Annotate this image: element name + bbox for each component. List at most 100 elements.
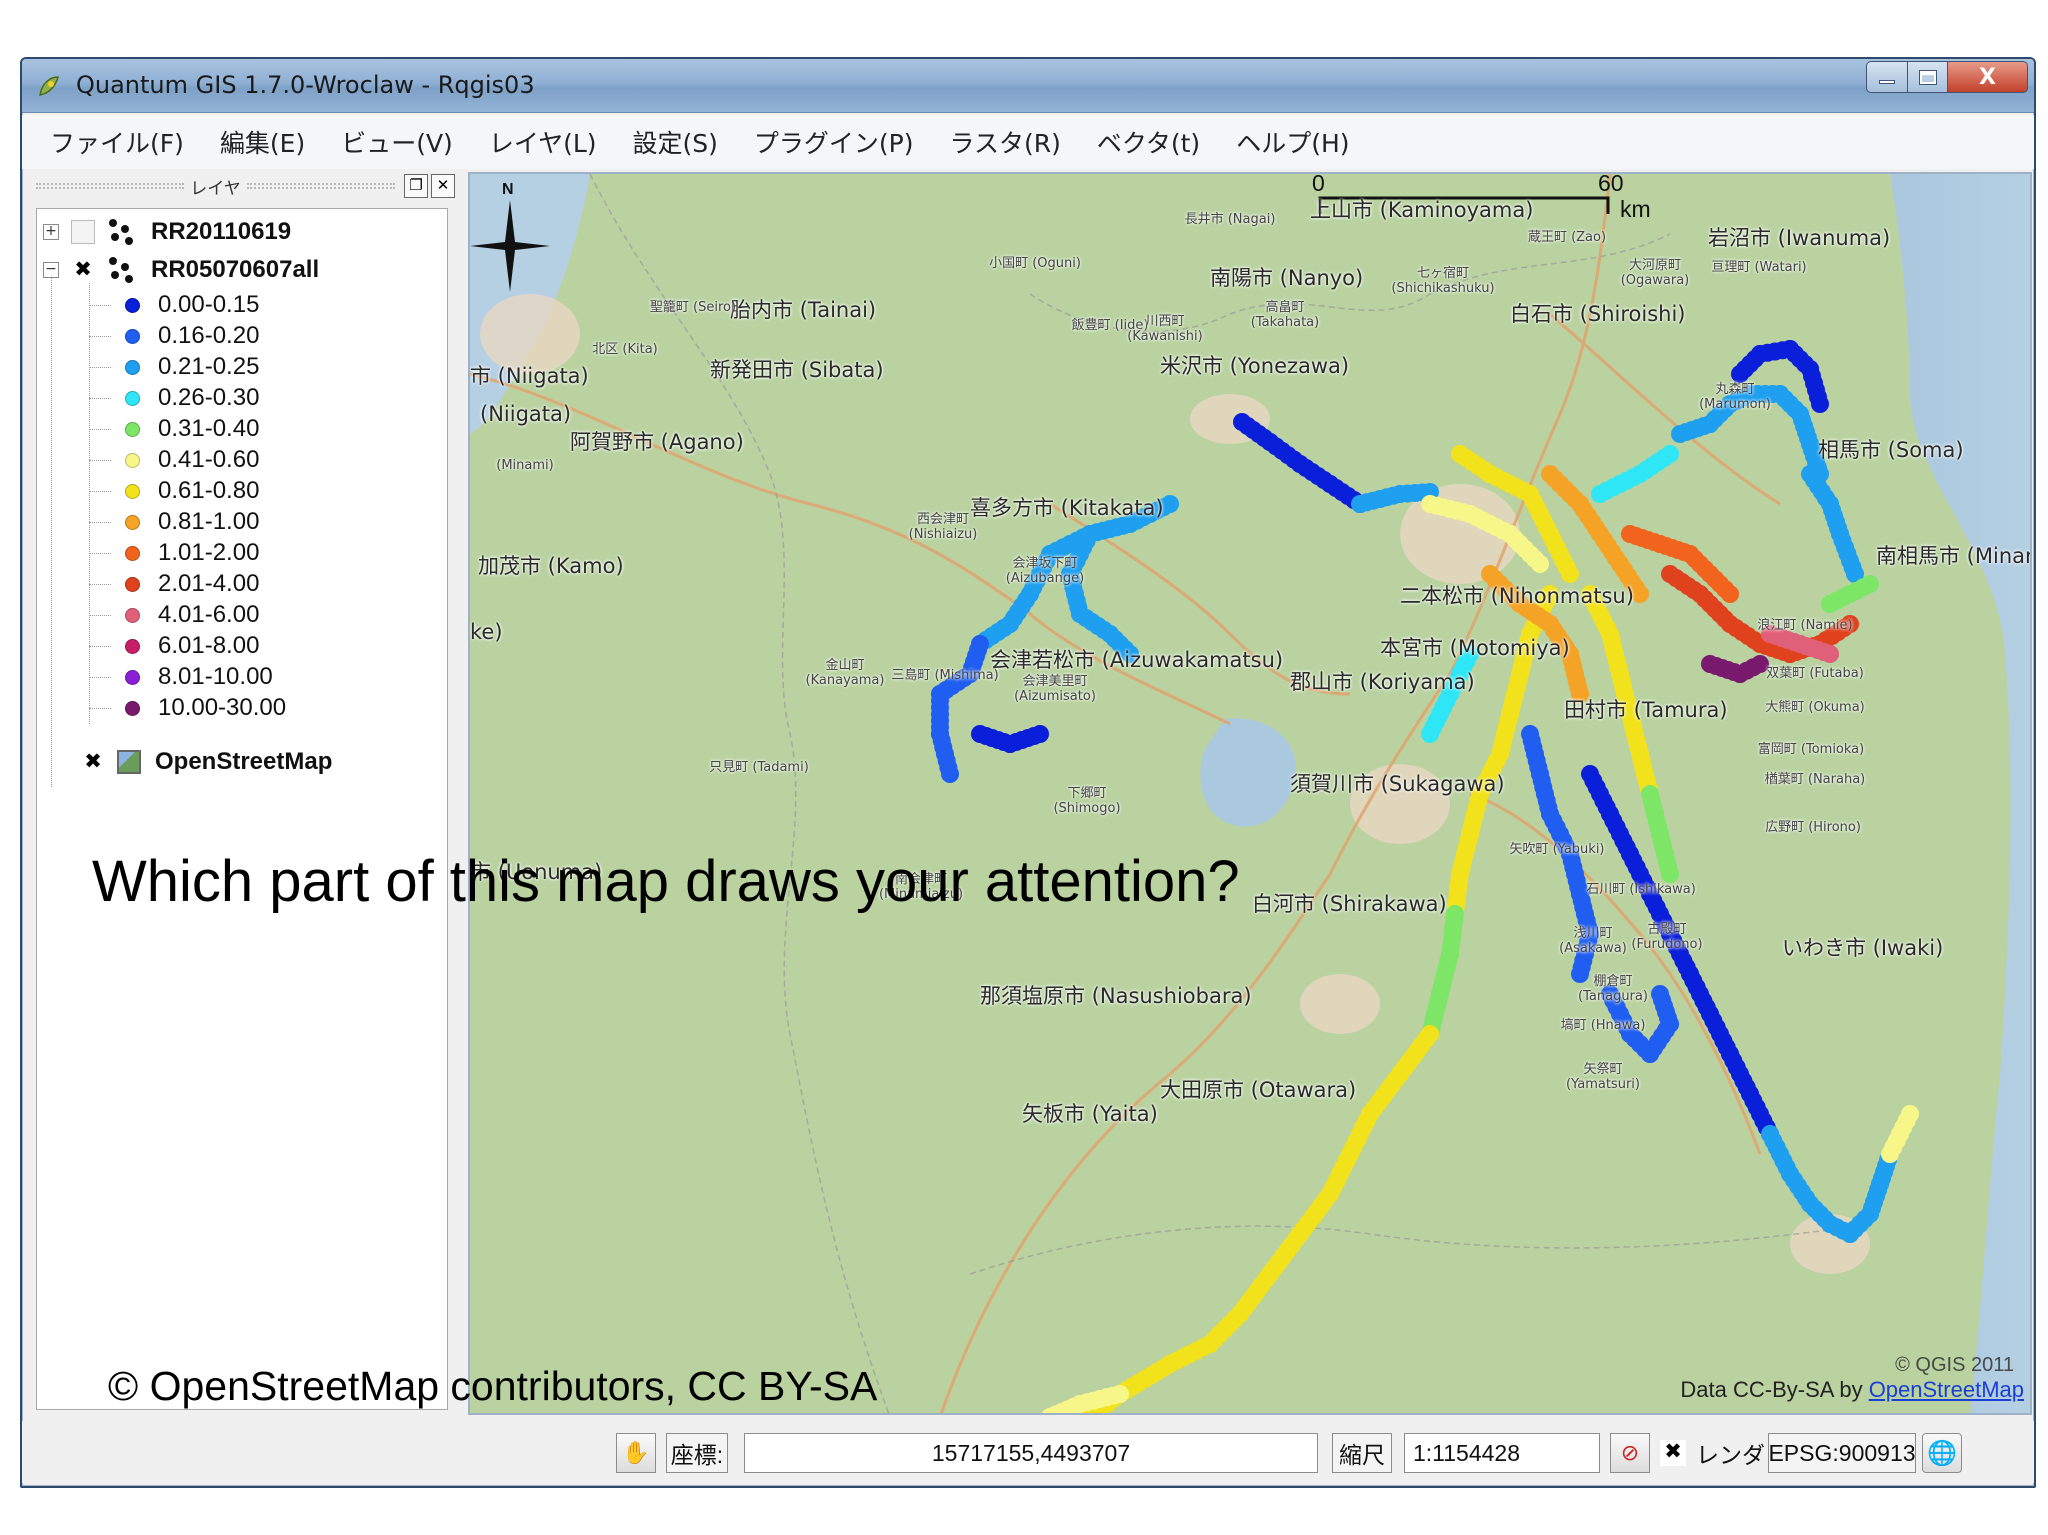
tree-guide bbox=[51, 267, 52, 787]
small-place-label: 富岡町 (Tomioka) bbox=[1757, 742, 1865, 757]
title-bar: Quantum GIS 1.7.0-Wroclaw - Rqgis03 X bbox=[22, 59, 2034, 113]
place-label: 須賀川市 (Sukagawa) bbox=[1290, 772, 1505, 796]
layer-name: OpenStreetMap bbox=[155, 748, 333, 775]
render-toggle[interactable]: ✖ レンダ bbox=[1660, 1433, 1765, 1473]
place-label: 会津若松市 (Aizuwakamatsu) bbox=[990, 648, 1284, 672]
small-place-label: 西会津町 (Nishiaizu) bbox=[908, 512, 978, 542]
small-place-label: 古殿町 (Furudono) bbox=[1631, 922, 1703, 952]
pan-tool-button[interactable]: ✋ bbox=[616, 1433, 656, 1473]
legend-color-swatch bbox=[125, 514, 140, 530]
place-label: 新発田市 (Sibata) bbox=[710, 358, 884, 382]
panel-grip[interactable] bbox=[246, 183, 395, 189]
menu-view[interactable]: ビュー(V) bbox=[341, 124, 453, 160]
layer-panel-titlebar: レイヤ ❐ ✕ bbox=[30, 172, 455, 200]
small-place-label: 川西町 (Kawanishi) bbox=[1127, 314, 1203, 344]
menu-settings[interactable]: 設定(S) bbox=[633, 124, 718, 160]
track-point bbox=[1861, 575, 1879, 593]
place-label: 二本松市 (Nihonmatsu) bbox=[1400, 584, 1634, 608]
crs-button[interactable]: 🌐 bbox=[1922, 1433, 1962, 1473]
qgis-app-icon bbox=[39, 76, 59, 96]
legend-item: 6.01-8.00 bbox=[125, 632, 259, 660]
legend-item: 0.16-0.20 bbox=[125, 322, 259, 350]
layer-visibility-checkbox[interactable]: ✖ bbox=[81, 750, 105, 774]
map-canvas[interactable]: 上山市 (Kaminoyama) 岩沼市 (Iwanuma) 南陽市 (Nanyo)… bbox=[468, 172, 2032, 1415]
qgis-window: Quantum GIS 1.7.0-Wroclaw - Rqgis03 X ファ… bbox=[20, 57, 2036, 1488]
scale-label: 縮尺 bbox=[1339, 1442, 1385, 1468]
render-checkbox[interactable]: ✖ bbox=[1660, 1440, 1686, 1466]
menu-file[interactable]: ファイル(F) bbox=[50, 124, 184, 160]
scale-input[interactable]: 1:1154428 bbox=[1404, 1433, 1600, 1473]
small-place-label: 双葉町 (Futaba) bbox=[1766, 666, 1864, 681]
scale-label-box: 縮尺 bbox=[1332, 1433, 1392, 1473]
collapse-icon[interactable]: − bbox=[43, 262, 59, 278]
menu-help[interactable]: ヘルプ(H) bbox=[1236, 124, 1349, 160]
layer-name: RR20110619 bbox=[151, 218, 292, 245]
small-place-label: (Minami) bbox=[496, 458, 554, 473]
place-label: 相馬市 (Soma) bbox=[1818, 438, 1964, 462]
maximize-button[interactable] bbox=[1908, 61, 1948, 93]
close-button[interactable]: X bbox=[1948, 61, 2028, 93]
menu-vector[interactable]: ベクタ(t) bbox=[1097, 124, 1200, 160]
legend-label: 0.41-0.60 bbox=[158, 446, 260, 473]
legend-color-swatch bbox=[125, 359, 140, 375]
scale-value: 1:1154428 bbox=[1413, 1439, 1521, 1466]
legend-color-swatch bbox=[125, 297, 140, 313]
layer-row-openstreetmap[interactable]: ✖ OpenStreetMap bbox=[81, 747, 332, 777]
small-place-label: 丸森町 (Marumon) bbox=[1699, 382, 1771, 412]
close-icon: X bbox=[1979, 64, 1996, 90]
legend-color-swatch bbox=[125, 700, 140, 716]
legend-label: 2.01-4.00 bbox=[158, 570, 260, 597]
track-point bbox=[1661, 445, 1679, 463]
track-point bbox=[1721, 585, 1739, 603]
small-place-label: 矢吹町 (Yabuki) bbox=[1509, 842, 1605, 857]
tree-guide bbox=[89, 460, 111, 461]
small-place-label: 広野町 (Hirono) bbox=[1765, 820, 1861, 835]
coordinate-display[interactable]: 15717155,4493707 bbox=[744, 1433, 1318, 1473]
menu-raster[interactable]: ラスタ(R) bbox=[949, 124, 1060, 160]
legend-item: 4.01-6.00 bbox=[125, 601, 259, 629]
small-place-label: 高畠町 (Takahata) bbox=[1250, 300, 1320, 330]
minimize-button[interactable] bbox=[1866, 61, 1908, 93]
small-place-label: 大熊町 (Okuma) bbox=[1765, 700, 1865, 715]
attribution-text: Data CC-By-SA by bbox=[1680, 1377, 1869, 1402]
panel-grip[interactable] bbox=[36, 183, 185, 189]
render-label: レンダ bbox=[1696, 1443, 1765, 1469]
legend-color-swatch bbox=[125, 638, 140, 654]
layer-row-rr20110619[interactable]: + RR20110619 bbox=[43, 217, 291, 247]
small-place-label: 会津美里町 (Aizumisato) bbox=[1014, 674, 1096, 704]
small-place-label: 会津坂下町 (Aizubange) bbox=[1005, 556, 1085, 586]
tree-guide bbox=[89, 491, 111, 492]
place-label: いわき市 (Iwaki) bbox=[1782, 936, 1944, 960]
crs-display[interactable]: EPSG:900913 bbox=[1768, 1433, 1916, 1473]
menu-layer[interactable]: レイヤ(L) bbox=[489, 124, 597, 160]
maximize-icon bbox=[1918, 69, 1937, 85]
small-place-label: 亘理町 (Watari) bbox=[1711, 260, 1807, 275]
mouse-icon: ✋ bbox=[622, 1440, 650, 1466]
attribution-link[interactable]: OpenStreetMap bbox=[1869, 1377, 2024, 1402]
legend-label: 0.81-1.00 bbox=[158, 508, 260, 535]
small-place-label: 棚倉町 (Tanagura) bbox=[1578, 974, 1648, 1004]
coordinate-value: 15717155,4493707 bbox=[931, 1439, 1131, 1466]
tree-guide bbox=[89, 584, 111, 585]
small-place-label: 聖籠町 (Seiro) bbox=[649, 300, 737, 315]
legend-label: 1.01-2.00 bbox=[158, 539, 260, 566]
credit-overlay: © OpenStreetMap contributors, CC BY-SA bbox=[108, 1363, 878, 1409]
layer-visibility-checkbox[interactable]: ✖ bbox=[71, 258, 95, 282]
tree-guide bbox=[89, 398, 111, 399]
layer-visibility-checkbox[interactable] bbox=[71, 220, 95, 244]
track-point bbox=[941, 765, 959, 783]
expand-icon[interactable]: + bbox=[43, 224, 59, 240]
legend-label: 4.01-6.00 bbox=[158, 601, 260, 628]
close-panel-button[interactable]: ✕ bbox=[431, 174, 455, 198]
menu-edit[interactable]: 編集(E) bbox=[220, 124, 305, 160]
small-place-label: 蔵王町 (Zao) bbox=[1527, 230, 1607, 245]
menu-plugins[interactable]: プラグイン(P) bbox=[754, 124, 914, 160]
layer-row-rr05070607all[interactable]: − ✖ RR05070607all bbox=[43, 255, 319, 285]
track-point bbox=[1811, 395, 1829, 413]
lake-inawashiro bbox=[1200, 718, 1296, 827]
stop-render-button[interactable]: ⊘ bbox=[1610, 1433, 1650, 1473]
float-panel-button[interactable]: ❐ bbox=[404, 174, 428, 198]
small-place-label: 七ヶ宿町 (Shichikashuku) bbox=[1391, 266, 1495, 296]
layer-tree: + RR20110619 − ✖ RR05070607all 0.00-0.15… bbox=[36, 208, 448, 1410]
legend-label: 6.01-8.00 bbox=[158, 632, 260, 659]
